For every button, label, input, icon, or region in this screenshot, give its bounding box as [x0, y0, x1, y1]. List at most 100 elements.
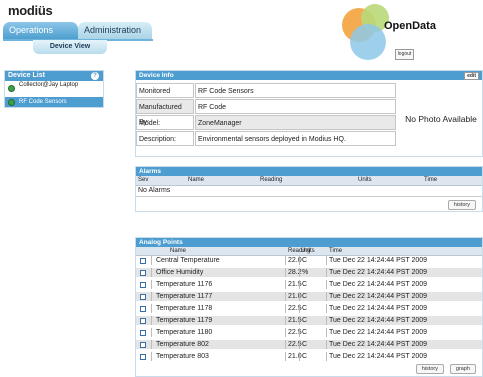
- column-divider: [299, 268, 300, 277]
- row-checkbox[interactable]: [140, 341, 146, 348]
- help-icon[interactable]: ?: [91, 72, 99, 80]
- column-divider: [151, 316, 152, 325]
- column-divider: [326, 280, 327, 289]
- row-checkbox[interactable]: [140, 317, 146, 324]
- column-divider: [151, 256, 152, 265]
- table-row[interactable]: Temperature 802 22.5 C Tue Dec 22 14:24:44 …: [136, 340, 482, 349]
- table-row[interactable]: Temperature 1180 22.5 C Tue Dec 22 14:24:44…: [136, 328, 482, 337]
- info-label: Monitored Device:: [136, 83, 194, 110]
- info-row-model: Model: ZoneManager: [136, 115, 398, 130]
- point-name: Central Temperature: [156, 257, 220, 264]
- column-divider: [299, 256, 300, 265]
- table-row[interactable]: Central Temperature 22.0 C Tue Dec 22 14:24…: [136, 256, 482, 265]
- table-row[interactable]: Temperature 1178 22.5 C Tue Dec 22 14:24:44…: [136, 304, 482, 313]
- column-divider: [151, 280, 152, 289]
- device-photo-placeholder: No Photo Available: [405, 114, 477, 124]
- point-units: %: [302, 269, 309, 276]
- point-name: Office Humidity: [156, 269, 204, 276]
- column-divider: [326, 352, 327, 361]
- point-units: C: [302, 293, 308, 300]
- point-time: Tue Dec 22 14:24:44 PST 2009: [329, 329, 428, 336]
- column-divider: [299, 328, 300, 337]
- column-header-sev: Sev: [138, 177, 149, 183]
- row-checkbox[interactable]: [140, 269, 146, 276]
- column-divider: [299, 292, 300, 301]
- column-divider: [326, 268, 327, 277]
- device-info-header: Device Info edit: [136, 71, 482, 80]
- info-label: Description:: [136, 131, 194, 146]
- analog-points-actions: history graph: [412, 364, 476, 374]
- alarms-header: Alarms: [136, 167, 482, 176]
- column-divider: [285, 340, 286, 349]
- analog-history-button[interactable]: history: [415, 364, 444, 374]
- tab-operations[interactable]: Operations: [3, 22, 78, 39]
- point-units: C: [302, 257, 308, 264]
- device-list-title: Device List: [8, 72, 45, 79]
- point-name: Temperature 1177: [156, 293, 213, 300]
- column-divider: [151, 352, 152, 361]
- point-units: C: [302, 281, 308, 288]
- point-name: Temperature 1180: [156, 329, 213, 336]
- column-divider: [299, 340, 300, 349]
- point-name: Temperature 802: [156, 341, 209, 348]
- device-item-label: RF Code Sensors: [19, 99, 67, 105]
- subtab-device-view[interactable]: Device View: [33, 40, 107, 54]
- point-name: Temperature 803: [156, 353, 209, 360]
- column-divider: [285, 292, 286, 301]
- no-alarms-text: No Alarms: [138, 187, 171, 194]
- column-divider: [326, 256, 327, 265]
- analog-points-column-headers: Name Reading Units Time: [136, 247, 482, 256]
- row-checkbox[interactable]: [140, 281, 146, 288]
- analog-points-header: Analog Points: [136, 238, 482, 247]
- point-units: C: [302, 329, 308, 336]
- info-value: ZoneManager: [195, 115, 396, 130]
- point-name: Temperature 1176: [156, 281, 213, 288]
- point-name: Temperature 1178: [156, 305, 213, 312]
- device-list-item-collector[interactable]: Collector@Jay Laptop: [5, 81, 103, 97]
- point-time: Tue Dec 22 14:24:44 PST 2009: [329, 341, 428, 348]
- table-row[interactable]: Temperature 803 21.0 C Tue Dec 22 14:24:44 …: [136, 352, 482, 361]
- point-time: Tue Dec 22 14:24:44 PST 2009: [329, 257, 428, 264]
- opendata-logo-blue-circle: [350, 24, 386, 60]
- tab-administration[interactable]: Administration: [78, 22, 152, 39]
- column-divider: [285, 268, 286, 277]
- column-divider: [299, 316, 300, 325]
- device-info-panel: Device Info edit Monitored Device: RF Co…: [135, 70, 483, 157]
- column-divider: [299, 280, 300, 289]
- alarms-title: Alarms: [139, 168, 162, 175]
- point-time: Tue Dec 22 14:24:44 PST 2009: [329, 305, 428, 312]
- analog-points-panel: Analog Points Name Reading Units Time Ce…: [135, 237, 483, 377]
- column-divider: [299, 352, 300, 361]
- point-name: Temperature 1179: [156, 317, 213, 324]
- row-checkbox[interactable]: [140, 353, 146, 360]
- row-checkbox[interactable]: [140, 305, 146, 312]
- column-divider: [326, 340, 327, 349]
- point-time: Tue Dec 22 14:24:44 PST 2009: [329, 293, 428, 300]
- status-ok-icon: [8, 85, 15, 92]
- column-divider: [151, 340, 152, 349]
- column-divider: [299, 304, 300, 313]
- column-header-name: Name: [170, 248, 187, 254]
- edit-button[interactable]: edit: [464, 72, 479, 80]
- row-checkbox[interactable]: [140, 293, 146, 300]
- table-row[interactable]: Office Humidity 28.2% Tue Dec 22 14:24:44 …: [136, 268, 482, 277]
- column-divider: [326, 316, 327, 325]
- row-checkbox[interactable]: [140, 257, 146, 264]
- table-row[interactable]: Temperature 1179 21.5 C Tue Dec 22 14:24:44…: [136, 316, 482, 325]
- alarms-history-button[interactable]: history: [447, 200, 476, 210]
- info-value: RF Code: [195, 99, 396, 114]
- info-value: RF Code Sensors: [195, 83, 396, 98]
- point-time: Tue Dec 22 14:24:44 PST 2009: [329, 353, 428, 360]
- column-divider: [285, 280, 286, 289]
- row-checkbox[interactable]: [140, 329, 146, 336]
- device-list-item-rf-code-sensors[interactable]: RF Code Sensors: [5, 97, 103, 107]
- table-row[interactable]: Temperature 1177 21.0 C Tue Dec 22 14:24:44…: [136, 292, 482, 301]
- info-row-manufacturer: Manufactured By: RF Code: [136, 99, 398, 126]
- analog-graph-button[interactable]: graph: [449, 364, 476, 374]
- logout-button[interactable]: logout: [395, 49, 414, 60]
- device-list-panel: Device List ? Collector@Jay Laptop RF Co…: [4, 70, 104, 108]
- table-row[interactable]: Temperature 1176 21.5 C Tue Dec 22 14:24:44…: [136, 280, 482, 289]
- info-row-monitored-device: Monitored Device: RF Code Sensors: [136, 83, 398, 110]
- device-info-title: Device Info: [139, 72, 174, 79]
- subtab-device-view-label: Device View: [49, 43, 91, 50]
